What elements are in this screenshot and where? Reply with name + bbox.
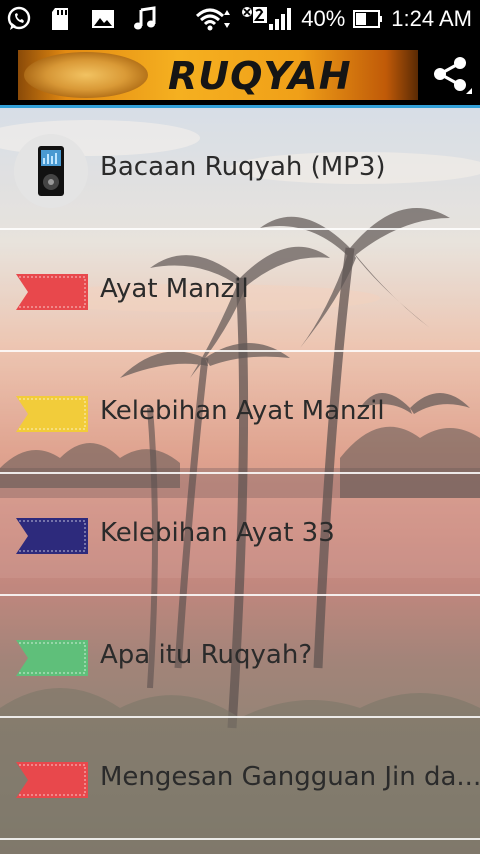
status-bar: 40% 1:24 AM <box>0 0 480 38</box>
list-item-ayat-manzil[interactable]: Ayat Manzil <box>0 230 480 352</box>
calligraphy-emblem <box>24 52 148 98</box>
green-ribbon-icon <box>16 640 88 676</box>
app-title: RUQYAH <box>168 54 352 98</box>
sd-card-icon <box>52 8 68 30</box>
mp3-player-icon <box>14 134 88 208</box>
list-item-label: Mengesan Gangguan Jin da... <box>100 762 480 792</box>
list-item-label: Apa itu Ruqyah? <box>100 640 313 670</box>
battery-icon <box>353 10 383 28</box>
list-item-label: Kelebihan Ayat Manzil <box>100 396 385 426</box>
list-item-bacaan-ruqyah[interactable]: Bacaan Ruqyah (MP3) <box>0 108 480 230</box>
wifi-icon <box>196 8 231 31</box>
app-banner-logo: RUQYAH <box>18 50 418 100</box>
menu-list: Bacaan Ruqyah (MP3) Ayat Manzil Kelebiha… <box>0 108 480 840</box>
list-item-apa-itu-ruqyah[interactable]: Apa itu Ruqyah? <box>0 596 480 718</box>
list-item-kelebihan-ayat-33[interactable]: Kelebihan Ayat 33 <box>0 474 480 596</box>
yellow-ribbon-icon <box>16 396 88 432</box>
notification-icons <box>6 4 158 34</box>
music-icon <box>134 6 156 30</box>
image-icon <box>92 10 114 28</box>
list-item-label: Bacaan Ruqyah (MP3) <box>100 152 386 182</box>
list-item-mengesan-gangguan-jin[interactable]: Mengesan Gangguan Jin da... <box>0 718 480 840</box>
red-ribbon-icon <box>16 274 88 310</box>
whatsapp-icon <box>7 6 31 30</box>
navy-ribbon-icon <box>16 518 88 554</box>
clock: 1:24 AM <box>391 6 472 31</box>
signal-icon <box>242 7 292 30</box>
share-icon[interactable] <box>428 52 472 96</box>
system-icons: 40% 1:24 AM <box>195 4 472 34</box>
action-bar: RUQYAH <box>0 38 480 108</box>
list-item-kelebihan-ayat-manzil[interactable]: Kelebihan Ayat Manzil <box>0 352 480 474</box>
battery-percent: 40% <box>301 6 346 31</box>
red-ribbon-icon <box>16 762 88 798</box>
list-item-label: Ayat Manzil <box>100 274 249 304</box>
list-item-label: Kelebihan Ayat 33 <box>100 518 335 548</box>
